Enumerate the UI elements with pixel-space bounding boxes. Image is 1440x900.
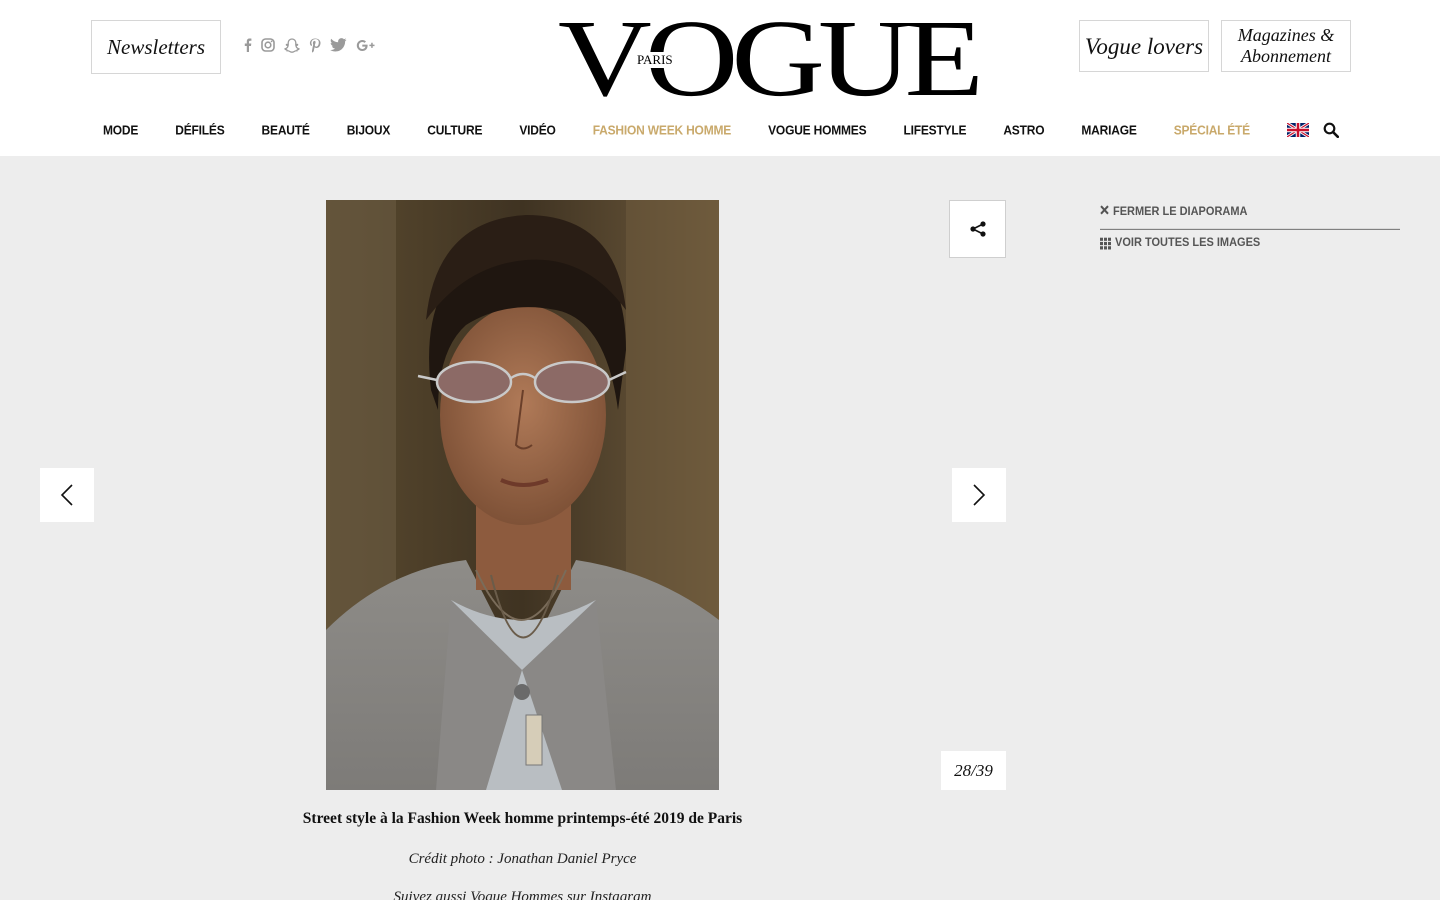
- nav-item-bijoux[interactable]: Bijoux: [347, 122, 391, 137]
- next-slide-button[interactable]: [952, 468, 1006, 522]
- slideshow-side-links: Fermer le diaporama Voir toutes les imag…: [1100, 205, 1400, 251]
- close-slideshow-link[interactable]: Fermer le diaporama: [1100, 205, 1400, 230]
- instagram-follow-link[interactable]: Suivez aussi Vogue Hommes sur Instagram: [226, 889, 819, 900]
- nav-item-vogue-hommes[interactable]: Vogue Hommes: [768, 122, 866, 137]
- logo-subtext: PARIS: [636, 52, 674, 68]
- main-nav: Mode Défilés Beauté Bijoux Culture Vidéo…: [91, 118, 1351, 142]
- facebook-icon[interactable]: [244, 36, 252, 54]
- magazines-subscription-button[interactable]: Magazines & Abonnement: [1221, 20, 1351, 72]
- slideshow-photo: [326, 200, 719, 790]
- nav-item-beaute[interactable]: Beauté: [262, 122, 310, 137]
- nav-item-mariage[interactable]: Mariage: [1081, 122, 1136, 137]
- previous-slide-button[interactable]: [40, 468, 94, 522]
- portrait-illustration: [326, 200, 719, 790]
- twitter-icon[interactable]: [330, 36, 347, 54]
- share-button[interactable]: [949, 200, 1006, 258]
- nav-item-video[interactable]: Vidéo: [519, 122, 556, 137]
- pinterest-icon[interactable]: [309, 36, 321, 54]
- vogue-lovers-button[interactable]: Vogue lovers: [1079, 20, 1209, 72]
- social-links: [244, 36, 375, 54]
- chevron-right-icon: [973, 484, 986, 506]
- share-icon: [969, 221, 986, 237]
- nav-item-lifestyle[interactable]: Lifestyle: [903, 122, 966, 137]
- nav-item-defiles[interactable]: Défilés: [175, 122, 224, 137]
- view-all-images-label: Voir toutes les images: [1115, 236, 1261, 250]
- nav-item-fashion-week-homme[interactable]: Fashion Week Homme: [593, 122, 732, 137]
- nav-tools: [1287, 122, 1340, 139]
- search-icon[interactable]: [1323, 122, 1340, 139]
- grid-icon: [1100, 237, 1111, 249]
- google-plus-icon[interactable]: [356, 36, 375, 54]
- nav-item-culture[interactable]: Culture: [427, 122, 482, 137]
- site-header: Newsletters VOGUE PARIS Vogue lovers Mag…: [0, 0, 1440, 156]
- logo-wordmark: VOGUE: [558, 0, 984, 119]
- nav-item-special-ete[interactable]: Spécial été: [1174, 122, 1250, 137]
- nav-item-astro[interactable]: Astro: [1003, 122, 1044, 137]
- photo-credit: Crédit photo : Jonathan Daniel Pryce: [408, 851, 637, 867]
- chevron-left-icon: [60, 484, 73, 506]
- close-icon: [1100, 205, 1109, 215]
- view-all-images-link[interactable]: Voir toutes les images: [1100, 234, 1400, 251]
- vogue-paris-logo[interactable]: VOGUE PARIS: [558, 3, 984, 113]
- snapchat-icon[interactable]: [284, 36, 300, 54]
- newsletters-button[interactable]: Newsletters: [91, 20, 221, 74]
- slide-caption-title: Street style à la Fashion Week homme pri…: [302, 810, 743, 827]
- instagram-icon[interactable]: [261, 36, 275, 54]
- slide-counter: 28/39: [941, 751, 1006, 790]
- close-slideshow-label: Fermer le diaporama: [1113, 205, 1248, 219]
- nav-item-mode[interactable]: Mode: [103, 122, 138, 137]
- uk-flag-icon[interactable]: [1287, 123, 1309, 137]
